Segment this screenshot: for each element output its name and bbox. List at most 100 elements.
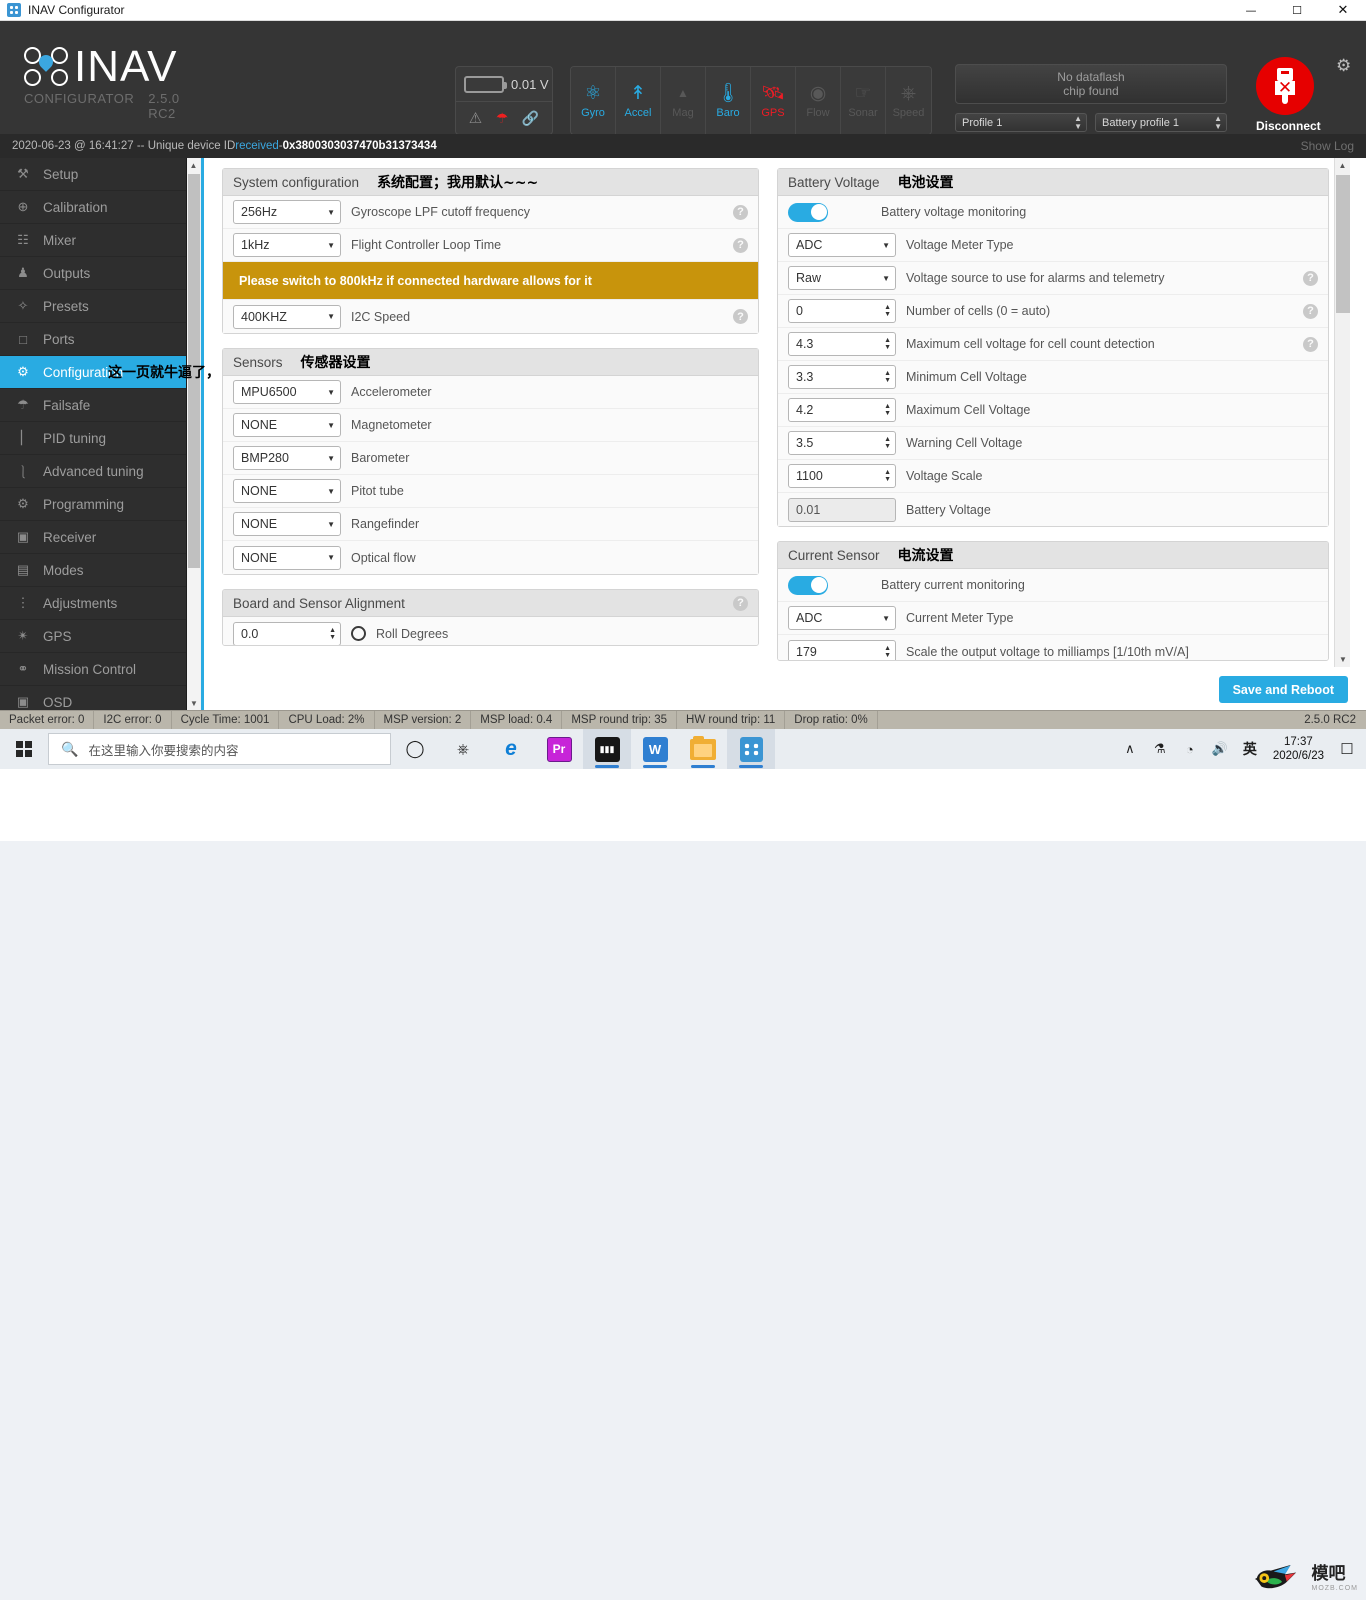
save-and-reboot-button[interactable]: Save and Reboot	[1218, 676, 1348, 703]
sidebar-item-outputs[interactable]: ♟ Outputs	[0, 257, 186, 290]
close-button[interactable]: ✕	[1320, 0, 1366, 21]
roll-radio[interactable]	[351, 626, 366, 641]
maximize-button[interactable]: ☐	[1274, 0, 1320, 21]
warning-cell-voltage-input[interactable]: 3.5 ▲ ▼	[788, 431, 896, 455]
voltage-scale-input[interactable]: 1100 ▲ ▼	[788, 464, 896, 488]
select-value: ADC	[796, 238, 823, 252]
barometer-select[interactable]: BMP280 ▼	[233, 446, 341, 470]
help-icon[interactable]: ?	[1303, 270, 1318, 286]
stepper-icon[interactable]: ▲ ▼	[884, 436, 891, 450]
i2c-speed-select[interactable]: 400KHZ ▼	[233, 304, 341, 329]
battery-profile-select[interactable]: Battery profile 1 ▲ ▼	[1095, 113, 1227, 132]
inav-icon[interactable]	[727, 729, 775, 769]
current-meter-type-select[interactable]: ADC ▼	[788, 606, 896, 630]
sidebar-item-adjustments[interactable]: ⋮ Adjustments	[0, 587, 186, 620]
chevron-down-icon: ▼	[882, 240, 890, 250]
minimize-button[interactable]: —	[1228, 0, 1274, 21]
optical-flow-select[interactable]: NONE ▼	[233, 545, 341, 570]
taskbar-clock[interactable]: 17:37 2020/6/23	[1265, 729, 1332, 769]
notification-center-icon[interactable]: ☐	[1332, 729, 1362, 769]
number-of-cells-input[interactable]: 0 ▲ ▼	[788, 299, 896, 323]
wps-icon[interactable]: W	[631, 729, 679, 769]
voltage-meter-type-select[interactable]: ADC ▼	[788, 233, 896, 257]
system-tray: ∧ ⚗ ◔ 🔊 英 17:37 2020/6/23 ☐	[1115, 729, 1366, 769]
rangefinder-select[interactable]: NONE ▼	[233, 512, 341, 536]
settings-gear-icon[interactable]: ⚙	[1336, 57, 1351, 74]
sidebar-item-pid-tuning[interactable]: ⎢ PID tuning	[0, 422, 186, 455]
taskbar-search-input[interactable]: 🔍 在这里输入你要搜索的内容	[48, 733, 391, 765]
sidebar-item-mixer[interactable]: ☷ Mixer	[0, 224, 186, 257]
stepper-icon[interactable]: ▲ ▼	[884, 337, 891, 351]
sidebar-item-mission-control[interactable]: ⚭ Mission Control	[0, 653, 186, 686]
sidebar-item-presets[interactable]: ✧ Presets	[0, 290, 186, 323]
help-icon[interactable]: ?	[733, 237, 748, 253]
row-optical-flow: NONE ▼ Optical flow	[223, 541, 758, 574]
help-icon[interactable]: ?	[733, 204, 748, 220]
sidebar-item-failsafe[interactable]: ☂ Failsafe	[0, 389, 186, 422]
sidebar-item-ports[interactable]: □ Ports	[0, 323, 186, 356]
scroll-down-icon[interactable]: ▼	[1335, 652, 1351, 667]
task-view-icon[interactable]: ⎈	[439, 729, 487, 769]
sidebar-item-programming[interactable]: ⚙ Programming	[0, 488, 186, 521]
desktop-area: 模吧 MOZB.COM	[0, 769, 1366, 1592]
right-column: Battery Voltage 电池设置 Battery voltage mon…	[777, 168, 1329, 675]
sidebar-item-gps[interactable]: ✴ GPS	[0, 620, 186, 653]
sidebar-item-calibration[interactable]: ⊕ Calibration	[0, 191, 186, 224]
content-scrollbar[interactable]: ▲ ▼	[1334, 158, 1350, 667]
wifi-icon[interactable]: ◔	[1175, 729, 1205, 769]
scroll-up-icon[interactable]: ▲	[1335, 158, 1350, 173]
disconnect-button[interactable]: ✕ Disconnect	[1256, 57, 1321, 133]
stepper-icon[interactable]: ▲ ▼	[884, 403, 891, 417]
stepper-icon[interactable]: ▲ ▼	[884, 304, 891, 318]
content-scroll-thumb[interactable]	[1336, 175, 1350, 313]
profile-select[interactable]: Profile 1 ▲ ▼	[955, 113, 1087, 132]
row-label: I2C Speed	[351, 309, 411, 324]
gyro-icon: ⚛	[584, 82, 602, 104]
roll-degrees-input[interactable]: 0.0 ▲ ▼	[233, 621, 341, 645]
premiere-icon[interactable]: Pr	[535, 729, 583, 769]
cortana-icon[interactable]: ◯	[391, 729, 439, 769]
sidebar-item-receiver[interactable]: ▣ Receiver	[0, 521, 186, 554]
loop-time-select[interactable]: 1kHz ▼	[233, 233, 341, 257]
sidebar-item-setup[interactable]: ⚒ Setup	[0, 158, 186, 191]
min-cell-voltage-input[interactable]: 3.3 ▲ ▼	[788, 365, 896, 389]
terminal-icon[interactable]: ▮▮▮	[583, 729, 631, 769]
edge-icon[interactable]: e	[487, 729, 535, 769]
pitot-tube-select[interactable]: NONE ▼	[233, 479, 341, 503]
sidebar-item-advanced-tuning[interactable]: ⎱ Advanced tuning	[0, 455, 186, 488]
battery-current-monitoring-toggle[interactable]	[788, 575, 828, 595]
help-icon[interactable]: ?	[733, 595, 748, 611]
scroll-down-icon[interactable]: ▼	[187, 696, 201, 710]
link-icon: 🔗	[521, 110, 540, 126]
max-cell-voltage-detection-input[interactable]: 4.3 ▲ ▼	[788, 332, 896, 356]
max-cell-voltage-input[interactable]: 4.2 ▲ ▼	[788, 398, 896, 422]
stepper-icon[interactable]: ▲ ▼	[329, 627, 336, 641]
start-button[interactable]	[0, 729, 48, 769]
voltage-source-select[interactable]: Raw ▼	[788, 266, 896, 290]
volume-icon[interactable]: 🔊	[1205, 729, 1235, 769]
show-log-button[interactable]: Show Log	[1301, 139, 1354, 153]
scroll-up-icon[interactable]: ▲	[187, 158, 200, 172]
status-drop-ratio: Drop ratio: 0%	[785, 710, 878, 730]
ime-indicator[interactable]: 英	[1235, 729, 1265, 769]
tray-chevron-icon[interactable]: ∧	[1115, 729, 1145, 769]
stepper-icon[interactable]: ▲ ▼	[884, 370, 891, 384]
sidebar-scrollbar[interactable]: ▲ ▼	[186, 158, 200, 710]
panel-header: Battery Voltage 电池设置	[778, 169, 1328, 196]
magnetometer-select[interactable]: NONE ▼	[233, 413, 341, 437]
sidebar-item-osd[interactable]: ▣ OSD	[0, 686, 186, 710]
stepper-icon[interactable]: ▲ ▼	[884, 469, 891, 483]
explorer-icon[interactable]	[679, 729, 727, 769]
app-root: INAV Configurator — ☐ ✕ INAV CONFIGURATO…	[0, 0, 1366, 1592]
help-icon[interactable]: ?	[733, 309, 748, 324]
accelerometer-select[interactable]: MPU6500 ▼	[233, 380, 341, 404]
help-icon[interactable]: ?	[1303, 336, 1318, 352]
battery-voltage-monitoring-toggle[interactable]	[788, 202, 828, 222]
annotation-system-config: 系统配置；我用默认~~~	[377, 175, 539, 191]
gyro-lpf-select[interactable]: 256Hz ▼	[233, 200, 341, 224]
current-scale-input[interactable]: 179 ▲ ▼	[788, 639, 896, 660]
sidebar-item-modes[interactable]: ▤ Modes	[0, 554, 186, 587]
help-icon[interactable]: ?	[1303, 303, 1318, 319]
plug-icon[interactable]: ⚗	[1145, 729, 1175, 769]
stepper-icon[interactable]: ▲ ▼	[884, 645, 891, 659]
